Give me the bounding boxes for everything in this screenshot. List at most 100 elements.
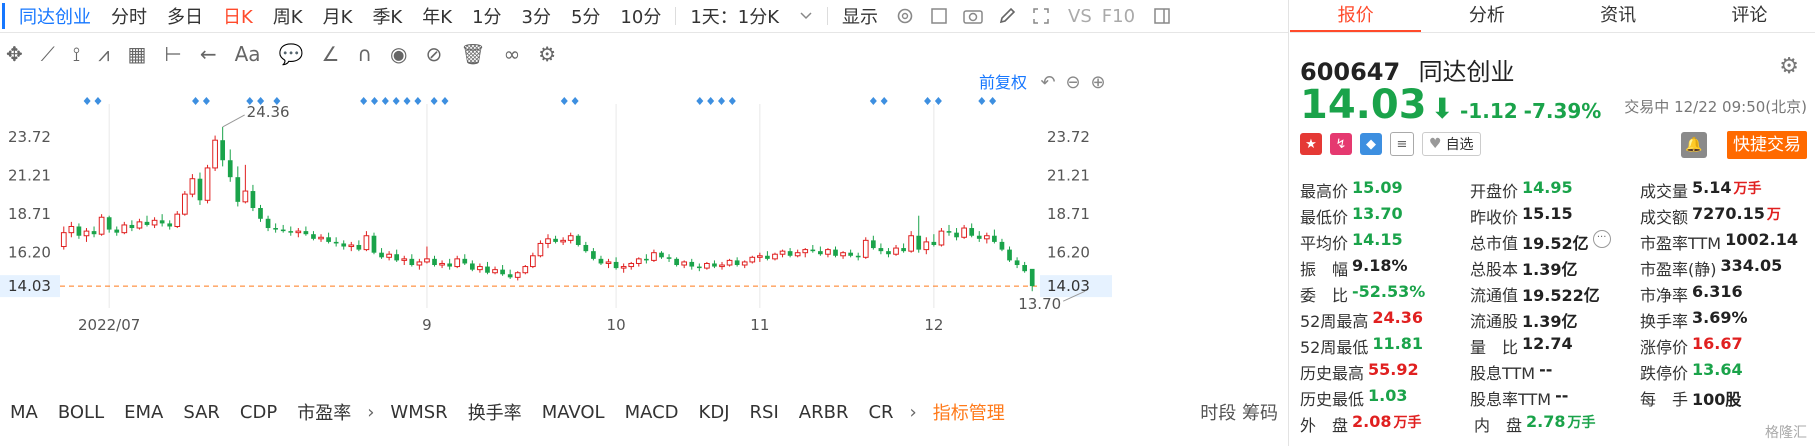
stat-cell: 总股本 1.39亿 xyxy=(1470,256,1640,282)
indicator-ma[interactable]: MA xyxy=(0,402,48,423)
add-watchlist-button[interactable]: ♥ 自选 xyxy=(1422,132,1481,156)
period-yearly[interactable]: 年K xyxy=(412,3,462,29)
candle-body-down xyxy=(644,258,649,261)
indicator-wmsr[interactable]: WMSR xyxy=(380,402,457,423)
period-3min[interactable]: 3分 xyxy=(512,3,561,29)
text-tool-icon[interactable]: Aa xyxy=(235,42,261,66)
indicator-sar[interactable]: SAR xyxy=(173,402,230,423)
bell-icon[interactable]: 🔔 xyxy=(1681,132,1707,158)
period-weekly[interactable]: 周K xyxy=(263,3,313,29)
arrow-tool-icon[interactable]: ← xyxy=(200,42,217,66)
kline-chart[interactable]: 前复权 ↶ ⊖ ⊕ 2022/07 9 10 11 12 23.72 23.72 21.21 21.21… xyxy=(0,74,1288,384)
polyline-tool-icon[interactable]: ⟟ xyxy=(73,42,80,66)
f10-button[interactable]: F10 xyxy=(1102,6,1145,27)
period-1min[interactable]: 1分 xyxy=(462,3,511,29)
indicator-mavol[interactable]: MAVOL xyxy=(532,402,615,423)
magnet-icon[interactable]: ∩ xyxy=(357,42,372,66)
chevron-right-icon[interactable]: › xyxy=(904,402,923,423)
gear-icon[interactable]: ⚙ xyxy=(1779,54,1799,79)
wave-tool-icon[interactable]: ⩘ xyxy=(98,42,109,66)
y-tick-label-right: 18.71 xyxy=(1047,205,1090,223)
candle-body-up xyxy=(318,236,324,240)
period-10min[interactable]: 10分 xyxy=(610,3,671,29)
zoom-out-icon[interactable]: ⊖ xyxy=(1065,74,1080,93)
link-icon[interactable]: ∞ xyxy=(504,42,521,66)
period-monthly[interactable]: 月K xyxy=(313,3,363,29)
event-marker-icon xyxy=(370,97,378,105)
fib-tool-icon[interactable]: ▦ xyxy=(128,42,147,66)
indicator-boll[interactable]: BOLL xyxy=(48,402,114,423)
stat-cell: 52周最高 24.36 xyxy=(1300,308,1470,334)
gear-icon[interactable]: ⚙ xyxy=(538,42,556,66)
indicator-turnover[interactable]: 换手率 xyxy=(458,399,532,425)
kline-svg[interactable]: 前复权 ↶ ⊖ ⊕ 2022/07 9 10 11 12 23.72 23.72 21.21 21.21… xyxy=(0,74,1288,384)
panel-toggle-icon[interactable] xyxy=(1151,5,1173,27)
move-icon[interactable]: ✥ xyxy=(6,42,23,66)
note-icon[interactable]: ≡ xyxy=(1390,132,1414,156)
undo-icon[interactable]: ↶ xyxy=(1040,74,1055,93)
indicator-rsi[interactable]: RSI xyxy=(740,402,789,423)
gear-icon[interactable] xyxy=(894,5,916,27)
pencil-icon[interactable] xyxy=(996,5,1018,27)
indicator-kdj[interactable]: KDJ xyxy=(689,402,740,423)
stat-value: 2.78 xyxy=(1526,412,1566,431)
angle-tool-icon[interactable]: ∠ xyxy=(321,42,339,66)
session-chip-toggle[interactable]: 时段 筹码 xyxy=(1190,399,1288,425)
quick-trade-button[interactable]: 快捷交易 xyxy=(1727,131,1807,159)
fullscreen-icon[interactable] xyxy=(1030,5,1052,27)
adjust-label[interactable]: 前复权 xyxy=(979,74,1027,92)
stats-row: 历史最高 55.92 股息TTM -- 跌停价 13.64 xyxy=(1300,360,1810,386)
candle-body-down xyxy=(447,263,452,267)
eye-icon[interactable]: ◉ xyxy=(390,42,407,66)
stat-value: -52.53% xyxy=(1352,282,1426,301)
stat-cell: 历史最低 1.03 xyxy=(1300,386,1470,412)
margin-icon[interactable]: ↯ xyxy=(1330,133,1352,155)
tab-quote[interactable]: 报价 xyxy=(1290,0,1422,32)
period-intraday[interactable]: 分时 xyxy=(101,3,157,29)
divider xyxy=(675,7,677,25)
indicator-ema[interactable]: EMA xyxy=(114,402,173,423)
indicator-arbr[interactable]: ARBR xyxy=(789,402,859,423)
line-tool-icon[interactable]: ⟋ xyxy=(41,42,55,66)
range-select[interactable]: 1天：1分K xyxy=(680,3,789,29)
vs-button[interactable]: VS xyxy=(1058,6,1102,27)
candle-body-up xyxy=(386,253,392,258)
stat-value: 1002.14 xyxy=(1725,230,1798,249)
indicator-manage-button[interactable]: 指标管理 xyxy=(923,399,1015,425)
tag-icon[interactable]: ◆ xyxy=(1360,133,1382,155)
more-icon[interactable]: ··· xyxy=(1592,230,1611,248)
candle-body-up xyxy=(635,258,642,264)
hide-icon[interactable]: ⊘ xyxy=(425,42,442,66)
chevron-right-icon[interactable]: › xyxy=(361,402,380,423)
tab-news[interactable]: 资讯 xyxy=(1553,0,1684,32)
badge-row: ★ ↯ ◆ ≡ ♥ 自选 xyxy=(1300,132,1481,156)
stock-tab[interactable]: 同达创业 xyxy=(2,3,101,29)
indicator-cr[interactable]: CR xyxy=(858,402,903,423)
event-marker-icon xyxy=(83,97,91,105)
camera-icon[interactable] xyxy=(962,5,984,27)
indicator-pe[interactable]: 市盈率 xyxy=(287,399,361,425)
trash-icon[interactable]: 🗑 xyxy=(460,42,485,66)
indicator-macd[interactable]: MACD xyxy=(615,402,689,423)
candle-body-up xyxy=(439,262,445,266)
zoom-in-icon[interactable]: ⊕ xyxy=(1090,74,1105,93)
candle-body-down xyxy=(591,251,596,259)
indicator-cdp[interactable]: CDP xyxy=(230,402,287,423)
square-icon[interactable] xyxy=(928,5,950,27)
comment-tool-icon[interactable]: 💬 xyxy=(279,42,304,66)
stats-row: 52周最高 24.36 流通股 1.39亿 换手率 3.69% xyxy=(1300,308,1810,334)
period-quarterly[interactable]: 季K xyxy=(362,3,412,29)
stat-cell: 市盈率TTM 1002.14 xyxy=(1640,230,1810,256)
period-daily[interactable]: 日K xyxy=(213,3,263,29)
tab-comments[interactable]: 评论 xyxy=(1684,0,1815,32)
period-multiday[interactable]: 多日 xyxy=(157,3,213,29)
display-button[interactable]: 显示 xyxy=(832,3,888,29)
candle-body-down xyxy=(371,235,377,253)
tab-analysis[interactable]: 分析 xyxy=(1421,0,1552,32)
candle-body-down xyxy=(114,229,120,233)
period-5min[interactable]: 5分 xyxy=(561,3,610,29)
chevron-down-icon[interactable] xyxy=(795,5,817,27)
measure-tool-icon[interactable]: ⊢ xyxy=(164,42,181,66)
stat-unit: 万手 xyxy=(1733,181,1762,197)
candle-body-up xyxy=(651,252,657,261)
